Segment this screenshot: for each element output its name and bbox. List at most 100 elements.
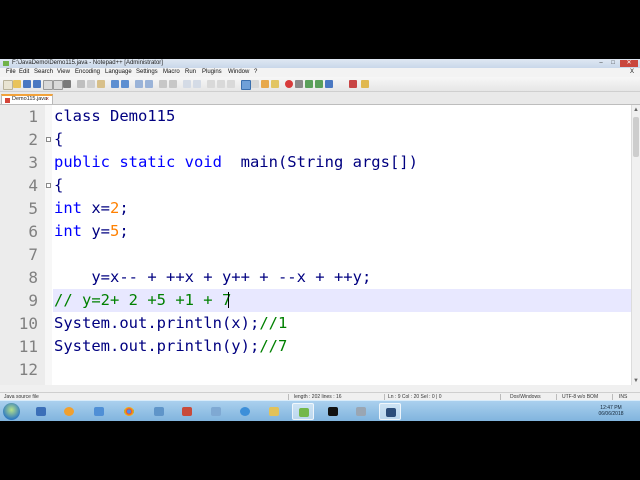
maximize-button[interactable]: □ [608, 60, 618, 67]
play-macro-icon[interactable] [305, 80, 313, 88]
taskbar-item-network[interactable] [148, 403, 170, 420]
plugin-icon[interactable] [349, 80, 357, 88]
taskbar-item-app-red[interactable] [176, 403, 198, 420]
scroll-up-icon[interactable]: ▲ [633, 107, 639, 113]
start-button[interactable] [3, 403, 20, 420]
code-line[interactable]: class Demo115 [54, 105, 175, 128]
code-line[interactable]: System.out.println(y);//7 [54, 335, 287, 358]
menu-help[interactable]: ? [254, 68, 257, 77]
minimize-button[interactable]: – [596, 60, 606, 67]
undo-icon[interactable] [111, 80, 119, 88]
chrome-icon[interactable] [118, 403, 140, 420]
find-icon[interactable] [135, 80, 143, 88]
menu-bar: File Edit Search View Encoding Language … [0, 68, 640, 77]
vertical-scrollbar[interactable]: ▲ ▼ [631, 105, 640, 385]
close-button[interactable]: ✕ [620, 60, 638, 67]
function-list-icon[interactable] [261, 80, 269, 88]
code-token: y= [82, 222, 110, 240]
code-line[interactable]: y=x-- + ++x + y++ + --x + ++y; [54, 266, 371, 289]
taskbar-item-computer[interactable] [88, 403, 110, 420]
window-title-bar[interactable]: F:\JavaDemo\Demo115.java - Notepad++ [Ad… [0, 59, 640, 68]
menu-view[interactable]: View [57, 68, 70, 77]
notepadpp-app-icon [3, 61, 9, 66]
print-icon[interactable] [63, 80, 71, 88]
plugin-icon-2[interactable] [361, 80, 369, 88]
text-caret [228, 292, 230, 308]
taskbar-item-window[interactable] [205, 403, 227, 420]
close-all-icon[interactable] [53, 80, 63, 90]
code-editor[interactable]: 1 2 3 4 5 6 7 8 9 10 11 12 class Demo115{public sta… [0, 105, 631, 385]
sync-vertical-icon[interactable] [183, 80, 191, 88]
code-token: //7 [259, 337, 288, 355]
fold-toggle-icon[interactable] [46, 183, 51, 188]
system-clock[interactable]: 12:47 PM 06/06/2018 [586, 405, 636, 417]
tab-close-button[interactable]: x [46, 96, 49, 103]
tab-demo115[interactable]: Demo115.java x [1, 94, 53, 104]
word-wrap-icon[interactable] [207, 80, 215, 88]
taskbar-item-browser[interactable] [234, 403, 256, 420]
copy-icon[interactable] [87, 80, 95, 88]
menu-macro[interactable]: Macro [163, 68, 180, 77]
menu-run[interactable]: Run [185, 68, 196, 77]
taskbar-item-media[interactable] [58, 403, 80, 420]
close-document-button[interactable]: X [630, 68, 634, 77]
code-token: class Demo115 [54, 107, 176, 125]
scrollbar-thumb[interactable] [633, 117, 639, 157]
fold-margin[interactable] [45, 105, 52, 385]
save-icon[interactable] [23, 80, 31, 88]
record-macro-icon[interactable] [285, 80, 293, 88]
taskbar-item-notepadpp[interactable] [292, 403, 314, 420]
menu-encoding[interactable]: Encoding [75, 68, 100, 77]
code-line[interactable]: System.out.println(x);//1 [54, 312, 287, 335]
zoom-out-icon[interactable] [169, 80, 177, 88]
taskbar-item-tools[interactable] [350, 403, 372, 420]
tab-label: Demo115.java [12, 96, 48, 102]
indent-guide-icon[interactable] [227, 80, 235, 88]
menu-edit[interactable]: Edit [19, 68, 29, 77]
cut-icon[interactable] [77, 80, 85, 88]
scroll-down-icon[interactable]: ▼ [633, 378, 639, 384]
window-title: F:\JavaDemo\Demo115.java - Notepad++ [Ad… [12, 60, 163, 66]
menu-file[interactable]: File [6, 68, 16, 77]
line-number: 8 [28, 268, 38, 287]
stop-macro-icon[interactable] [295, 80, 303, 88]
fold-toggle-icon[interactable] [46, 137, 51, 142]
code-token: 2 [110, 199, 120, 217]
open-folder-icon[interactable] [13, 80, 21, 88]
menu-settings[interactable]: Settings [136, 68, 158, 77]
save-all-icon[interactable] [33, 80, 41, 88]
lang-highlight-icon[interactable] [241, 80, 251, 90]
code-token: x= [82, 199, 110, 217]
replace-icon[interactable] [145, 80, 153, 88]
code-line[interactable]: public static void main(String args[]) [54, 151, 418, 174]
code-line[interactable]: // y=2+ 2 +5 +1 + 7 [54, 289, 231, 312]
run-macro-multiple-icon[interactable] [315, 80, 323, 88]
taskbar-item-recorder[interactable] [379, 403, 401, 420]
menu-language[interactable]: Language [105, 68, 132, 77]
folder-workspace-icon[interactable] [271, 80, 279, 88]
redo-icon[interactable] [121, 80, 129, 88]
menu-window[interactable]: Window [228, 68, 249, 77]
code-line[interactable]: { [54, 128, 63, 151]
line-number: 1 [28, 107, 38, 126]
taskbar-item-folder[interactable] [263, 403, 285, 420]
save-macro-icon[interactable] [325, 80, 333, 88]
zoom-in-icon[interactable] [159, 80, 167, 88]
paste-icon[interactable] [97, 80, 105, 88]
new-file-icon[interactable] [3, 80, 13, 90]
taskbar-item-grid[interactable] [30, 403, 52, 420]
show-all-chars-icon[interactable] [217, 80, 225, 88]
menu-plugins[interactable]: Plugins [202, 68, 222, 77]
code-line[interactable]: { [54, 174, 63, 197]
taskbar-item-cmd[interactable] [322, 403, 344, 420]
sync-horizontal-icon[interactable] [193, 80, 201, 88]
code-line[interactable]: int y=5; [54, 220, 129, 243]
code-token: int [54, 199, 82, 217]
menu-search[interactable]: Search [34, 68, 53, 77]
line-number: 2 [28, 130, 38, 149]
doc-map-icon[interactable] [251, 80, 259, 88]
close-file-icon[interactable] [43, 80, 53, 90]
line-number: 6 [28, 222, 38, 241]
line-number: 7 [28, 245, 38, 264]
code-line[interactable]: int x=2; [54, 197, 129, 220]
